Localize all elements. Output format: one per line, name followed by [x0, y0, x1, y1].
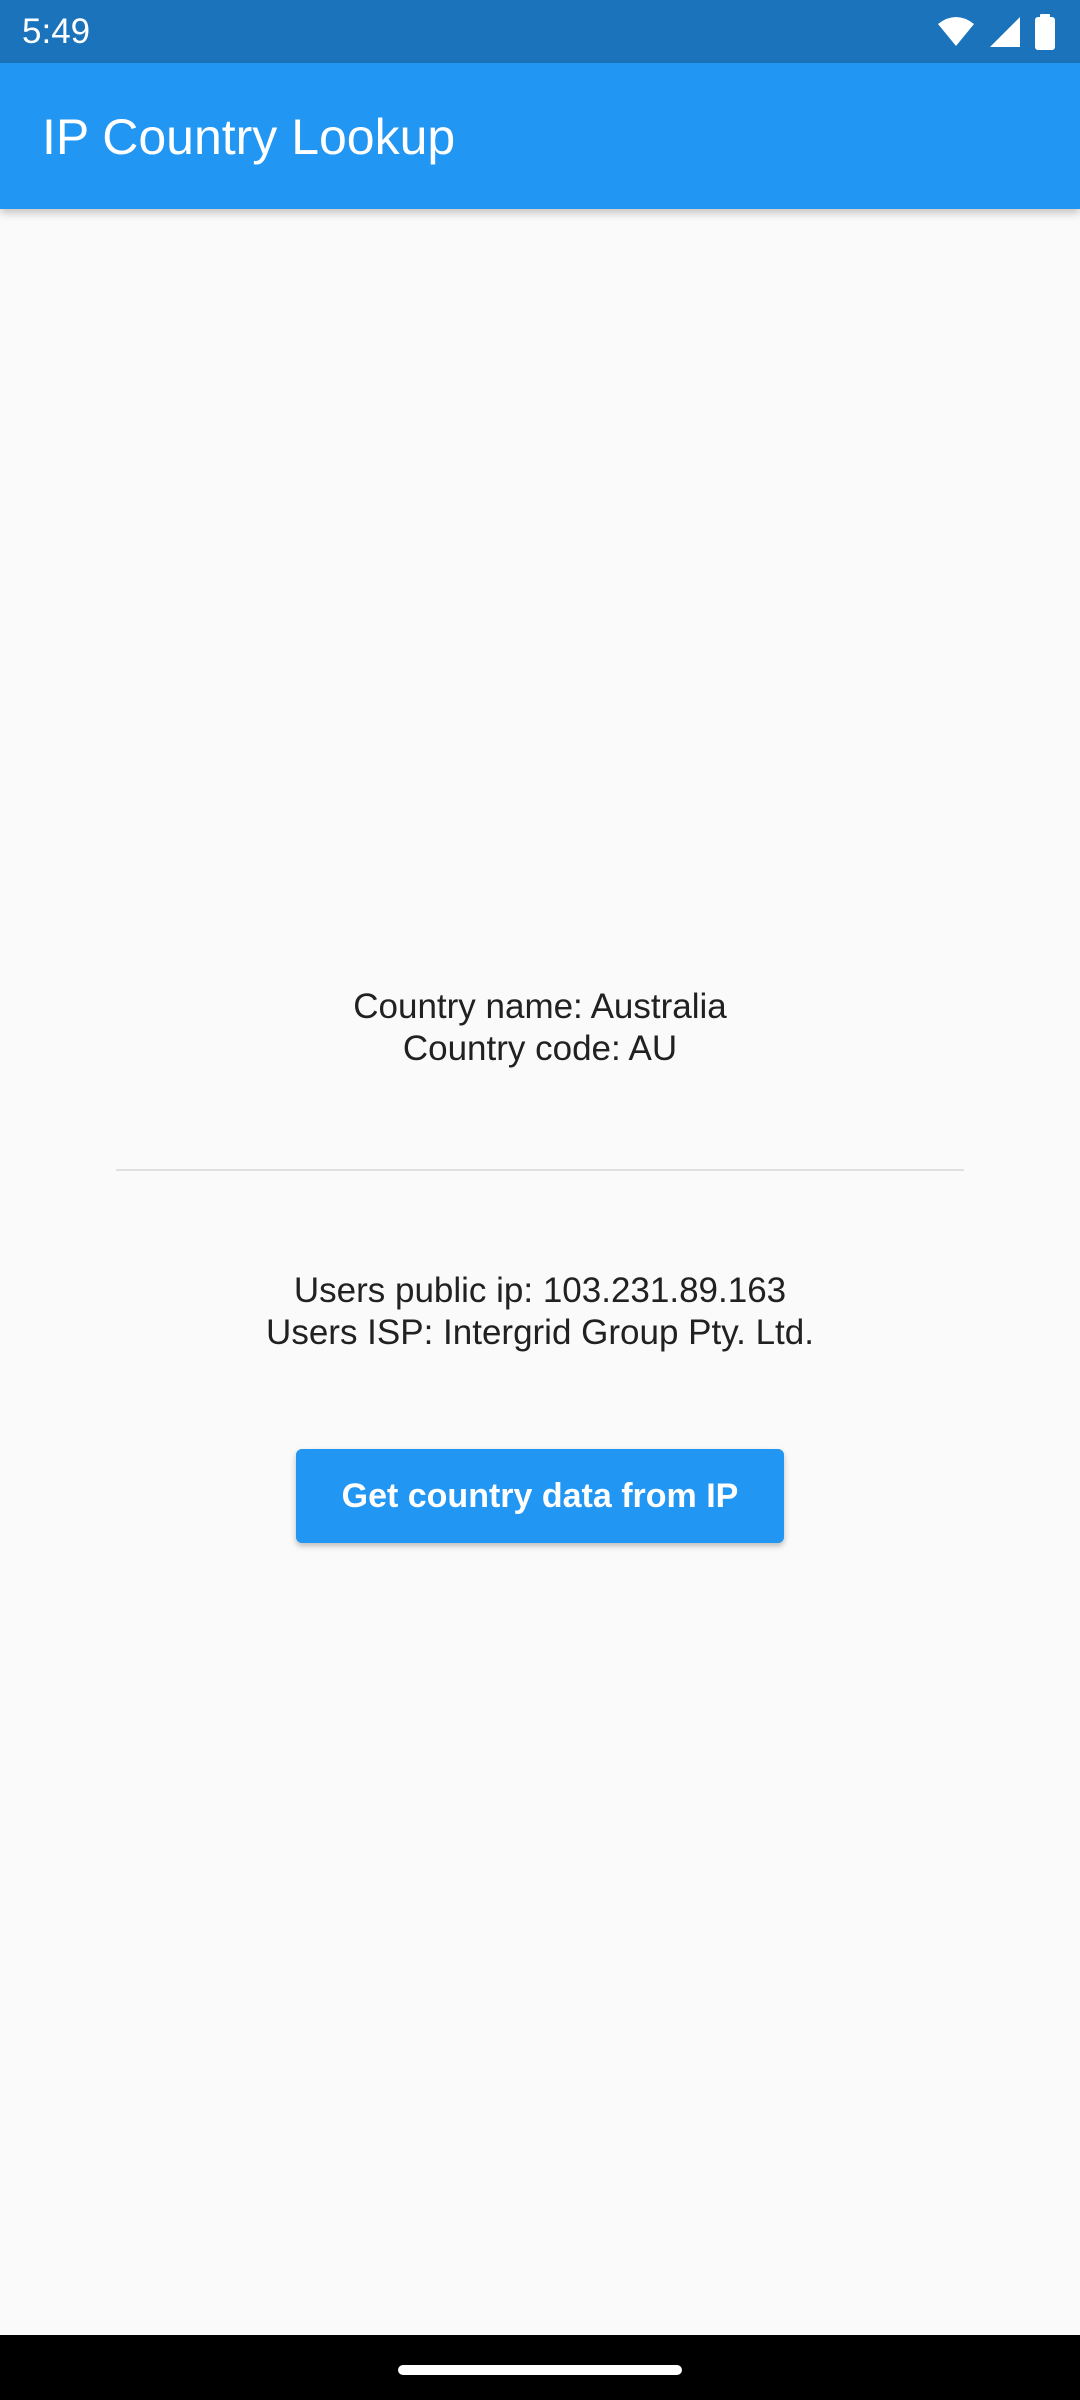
- isp-text: Users ISP: Intergrid Group Pty. Ltd.: [266, 1313, 814, 1352]
- status-time: 5:49: [22, 12, 91, 51]
- battery-icon: [1035, 14, 1055, 50]
- ip-info: Users public ip: 103.231.89.163 Users IS…: [0, 1270, 1080, 1354]
- get-country-data-button[interactable]: Get country data from IP: [296, 1449, 784, 1543]
- divider: [116, 1169, 964, 1171]
- wifi-icon: [938, 17, 974, 46]
- public-ip-text: Users public ip: 103.231.89.163: [293, 1271, 787, 1310]
- status-bar: 5:49: [0, 0, 1080, 63]
- country-name-text: Country name: Australia: [353, 987, 727, 1026]
- signal-icon: [990, 17, 1020, 47]
- country-code-text: Country code: AU: [402, 1029, 678, 1068]
- main-content: Country name: Australia Country code: AU…: [0, 209, 1080, 2335]
- app-title: IP Country Lookup: [42, 109, 456, 165]
- status-icons: [936, 12, 1056, 52]
- home-gesture-handle[interactable]: [398, 2365, 682, 2375]
- app-bar: IP Country Lookup: [0, 63, 1080, 209]
- system-navigation-bar: [0, 2335, 1080, 2400]
- country-info: Country name: Australia Country code: AU: [0, 986, 1080, 1070]
